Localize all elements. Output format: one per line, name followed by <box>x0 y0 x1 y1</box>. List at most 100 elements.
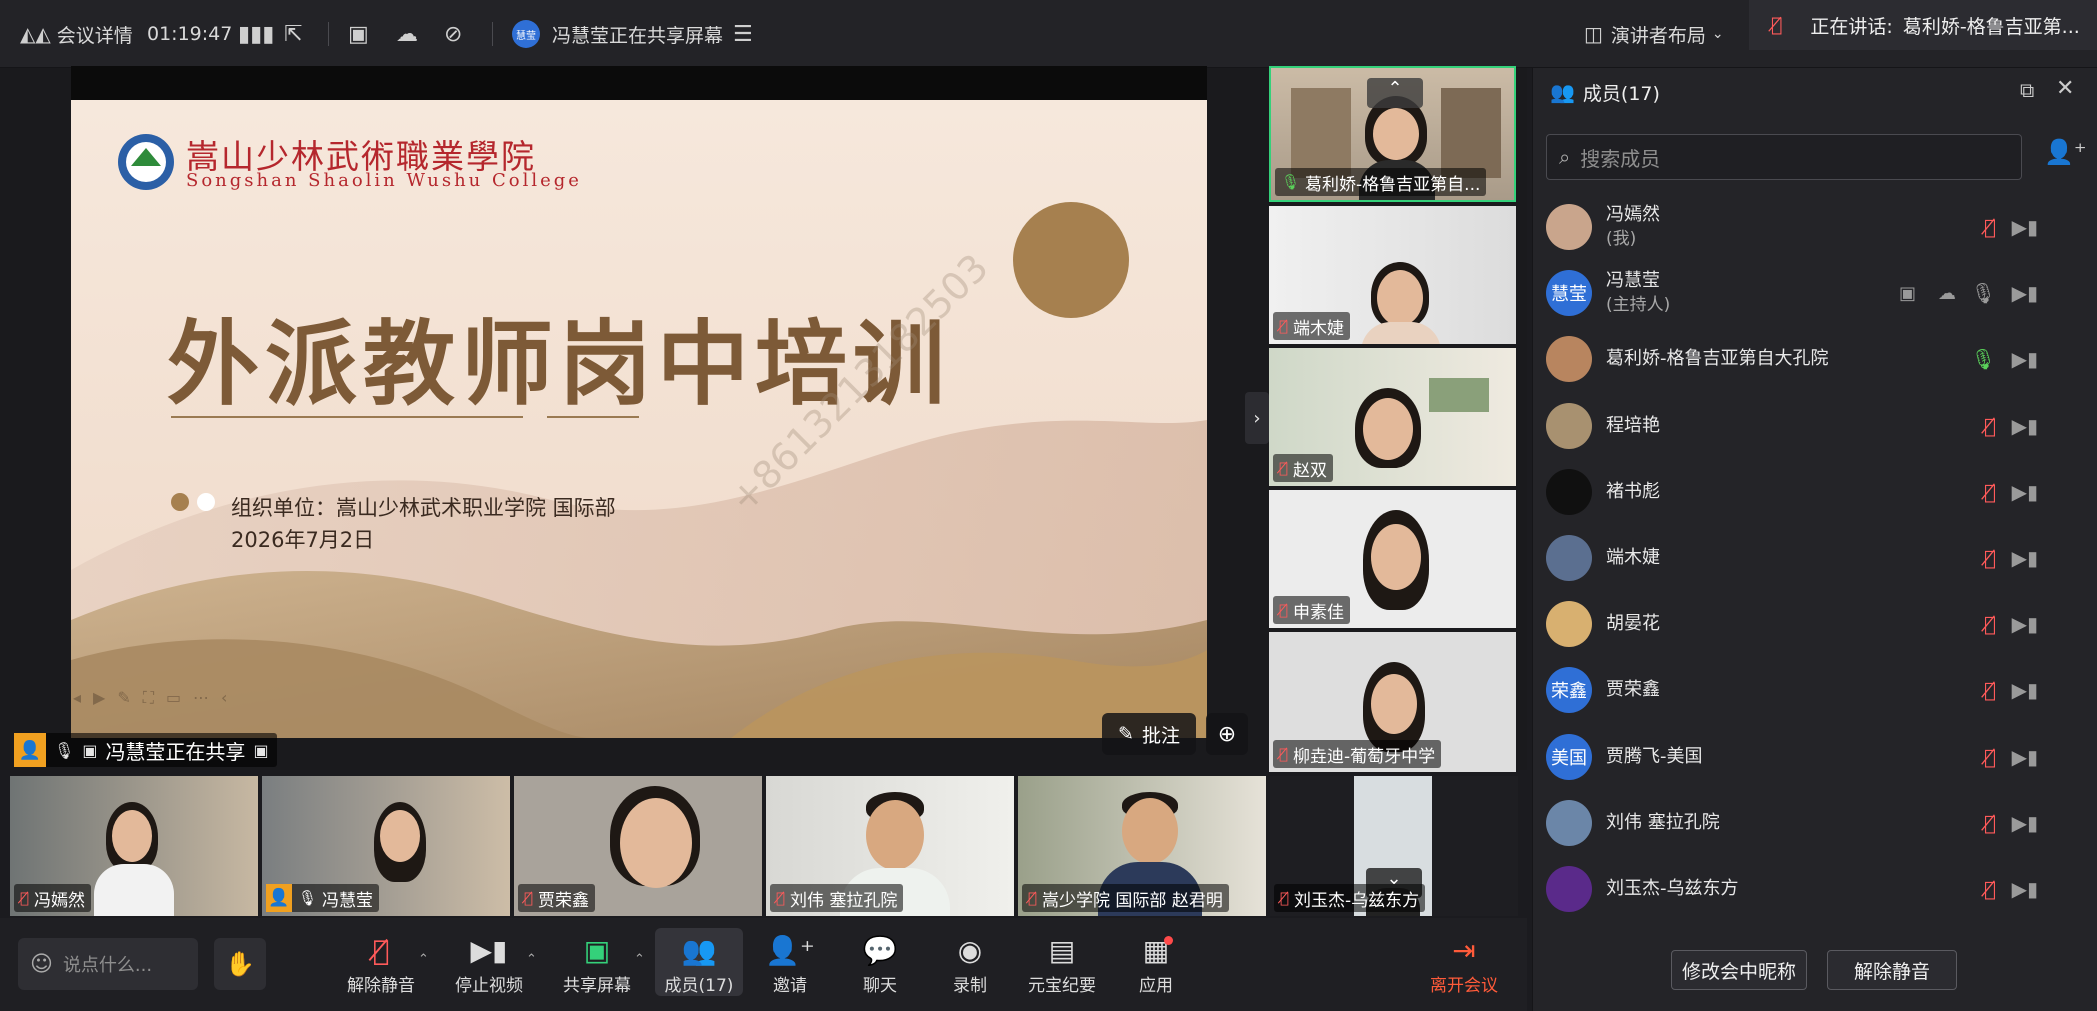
record-button[interactable]: ◉ 录制 <box>928 928 1012 997</box>
add-member-icon[interactable]: 👤⁺ <box>2044 138 2087 166</box>
video-tile[interactable]: 👤 🎙 冯慧莹 <box>262 776 510 916</box>
screen-share-off-icon[interactable]: ▣ <box>348 0 369 68</box>
camera-icon[interactable]: ▶▮ <box>2012 612 2038 636</box>
toolbar-label: 录制 <box>953 976 987 996</box>
member-name: 胡晏花 <box>1606 613 1660 634</box>
member-name-block: 冯慧莹 (主持人) <box>1606 269 1670 317</box>
mic-off-icon[interactable]: 🎙̸ <box>1984 414 1996 438</box>
member-row[interactable]: 美国 贾腾飞-美国 🎙̸ ▶▮ <box>1546 726 2066 788</box>
member-row[interactable]: 刘伟 塞拉孔院 🎙̸ ▶▮ <box>1546 792 2066 854</box>
layout-switch-button[interactable]: ◫ 演讲者布局 ⌄ <box>1584 0 1724 68</box>
sharer-avatar: 慧莹 <box>512 20 540 48</box>
mic-off-icon: 🎙̸ <box>1279 745 1289 763</box>
video-tile[interactable]: 🎙̸ 贾荣鑫 <box>514 776 762 916</box>
participant-name: 柳垚迪-葡萄牙中学 <box>1293 746 1436 767</box>
member-name: 冯嫣然 <box>1606 204 1660 225</box>
leave-meeting-button[interactable]: ⇥ 离开会议 <box>1422 928 1506 997</box>
mic-icon[interactable]: 🎙 <box>1971 347 1996 371</box>
members-icon: 👥 <box>1550 80 1575 104</box>
meeting-details-button[interactable]: ◭◭ 会议详情 <box>20 0 133 68</box>
chevron-up-icon[interactable]: ⌃ <box>526 952 537 967</box>
camera-icon[interactable]: ▶▮ <box>2012 281 2038 305</box>
member-row[interactable]: 胡晏花 🎙̸ ▶▮ <box>1546 593 2066 655</box>
close-icon[interactable]: ✕ <box>2056 76 2074 101</box>
share-screen-button[interactable]: ▣ 共享屏幕 <box>555 928 639 997</box>
invite-button[interactable]: 👤⁺ 邀请 <box>748 928 832 997</box>
mic-off-icon[interactable]: 🎙̸ <box>1984 480 1996 504</box>
camera-icon[interactable]: ▶▮ <box>2012 811 2038 835</box>
hidden-eye-icon[interactable]: ⊘ <box>444 0 462 68</box>
share-screen-icon: ▣ <box>583 934 611 967</box>
video-tile[interactable]: 🎙̸ 嵩少学院 国际部 赵君明 <box>1018 776 1266 916</box>
video-tile[interactable]: ⌃ 🎙 葛利娇-格鲁吉亚第自... <box>1269 66 1516 202</box>
record-icon: ◉ <box>957 934 983 967</box>
member-row[interactable]: 慧莹 冯慧莹 (主持人) ▣ ☁ 🎙 ▶▮ <box>1546 262 2066 324</box>
video-tile[interactable]: 🎙̸ 柳垚迪-葡萄牙中学 <box>1269 632 1516 772</box>
member-row[interactable]: 刘玉杰-乌兹东方 🎙̸ ▶▮ <box>1546 858 2066 920</box>
camera-icon[interactable]: ▶▮ <box>2012 546 2038 570</box>
zoom-in-button[interactable]: ⊕ <box>1206 713 1248 755</box>
member-name-block: 贾荣鑫 <box>1606 678 1660 702</box>
camera-icon[interactable]: ▶▮ <box>2012 215 2038 239</box>
cloud-record-icon[interactable]: ☁ <box>396 0 418 68</box>
apps-button[interactable]: ▦ 应用 <box>1114 928 1198 997</box>
camera-icon[interactable]: ▶▮ <box>2012 414 2038 438</box>
mic-off-icon[interactable]: 🎙̸ <box>1984 877 1996 901</box>
video-tile[interactable]: 🎙̸ 刘伟 塞拉孔院 <box>766 776 1014 916</box>
popout-panel-icon[interactable]: ⧉ <box>2020 78 2034 102</box>
presentation-controls[interactable]: ◂▶✎⛶▭⋯‹ <box>73 688 239 708</box>
unmute-button[interactable]: 🎙̸ 解除静音 <box>339 928 423 997</box>
members-button[interactable]: 👥 成员(17) <box>655 928 743 996</box>
participant-name: 刘伟 塞拉孔院 <box>790 890 898 911</box>
sharing-label: 👤 🎙 ▣ 冯慧莹正在共享 ▣ <box>14 733 277 767</box>
chevron-up-icon[interactable]: ⌃ <box>418 952 429 967</box>
slide-top-strip <box>71 66 1207 100</box>
mic-off-icon: 🎙̸ <box>20 889 30 907</box>
member-row[interactable]: 葛利娇-格鲁吉亚第自大孔院 🎙 ▶▮ <box>1546 328 2066 390</box>
chat-quick-input[interactable]: ☺ 说点什么... <box>18 938 198 990</box>
mic-icon[interactable]: 🎙 <box>1971 281 1996 305</box>
video-tile[interactable]: ⌄ 🎙̸ 刘玉杰-乌兹东方 <box>1270 776 1518 916</box>
video-tile[interactable]: 🎙̸ 申素佳 <box>1269 490 1516 628</box>
chevron-up-icon[interactable]: ⌃ <box>1367 78 1423 108</box>
stop-video-button[interactable]: ▶▮ 停止视频 <box>447 928 531 997</box>
camera-icon[interactable]: ▶▮ <box>2012 745 2038 769</box>
mic-off-icon[interactable]: 🎙̸ <box>1984 546 1996 570</box>
member-row[interactable]: 端木婕 🎙̸ ▶▮ <box>1546 527 2066 589</box>
participant-name: 刘玉杰-乌兹东方 <box>1294 890 1420 911</box>
member-row[interactable]: 荣鑫 贾荣鑫 🎙̸ ▶▮ <box>1546 659 2066 721</box>
video-tile[interactable]: 🎙̸ 赵双 <box>1269 348 1516 486</box>
avatar: 荣鑫 <box>1546 667 1592 713</box>
member-name: 冯慧莹 <box>1606 270 1660 291</box>
member-search-input[interactable]: ⌕ 搜索成员 <box>1546 134 2022 180</box>
camera-icon[interactable]: ▶▮ <box>2012 678 2038 702</box>
video-tile[interactable]: 🎙̸ 端木婕 <box>1269 206 1516 344</box>
mic-off-icon[interactable]: 🎙̸ <box>1984 215 1996 239</box>
camera-icon[interactable]: ▶▮ <box>2012 480 2038 504</box>
mic-off-icon[interactable]: 🎙̸ <box>1984 612 1996 636</box>
member-row[interactable]: 冯嫣然 (我) 🎙̸ ▶▮ <box>1546 196 2066 258</box>
avatar <box>1546 601 1592 647</box>
video-tile[interactable]: 🎙̸ 冯嫣然 <box>10 776 258 916</box>
chat-button[interactable]: 💬 聊天 <box>838 928 922 997</box>
popout-icon[interactable]: ⇱ <box>284 0 302 68</box>
raise-hand-button[interactable]: ✋ <box>214 938 266 990</box>
camera-icon[interactable]: ▶▮ <box>2012 347 2038 371</box>
mic-off-icon[interactable]: 🎙̸ <box>1984 678 1996 702</box>
unmute-all-button[interactable]: 解除静音 <box>1827 950 1957 990</box>
cloud-record-icon: ☁ <box>1938 282 1956 304</box>
sharer-info[interactable]: 慧莹 冯慧莹正在共享屏幕 ☰ <box>512 0 753 68</box>
network-signal-icon[interactable]: ▮▮▮ <box>238 0 274 68</box>
chevron-up-icon[interactable]: ⌃ <box>634 952 645 967</box>
member-row[interactable]: 程培艳 🎙̸ ▶▮ <box>1546 395 2066 457</box>
rename-button[interactable]: 修改会中昵称 <box>1671 950 1807 990</box>
ai-minutes-button[interactable]: ▤ 元宝纪要 <box>1020 928 1104 997</box>
annotate-button[interactable]: ✎ 批注 <box>1102 713 1196 755</box>
collapse-video-panel-button[interactable]: › <box>1245 392 1269 444</box>
member-row[interactable]: 褚书彪 🎙̸ ▶▮ <box>1546 461 2066 523</box>
camera-icon[interactable]: ▶▮ <box>2012 877 2038 901</box>
mic-off-icon[interactable]: 🎙̸ <box>1984 745 1996 769</box>
avatar <box>1546 204 1592 250</box>
mic-off-icon[interactable]: 🎙̸ <box>1984 811 1996 835</box>
hand-icon: ✋ <box>225 950 255 978</box>
